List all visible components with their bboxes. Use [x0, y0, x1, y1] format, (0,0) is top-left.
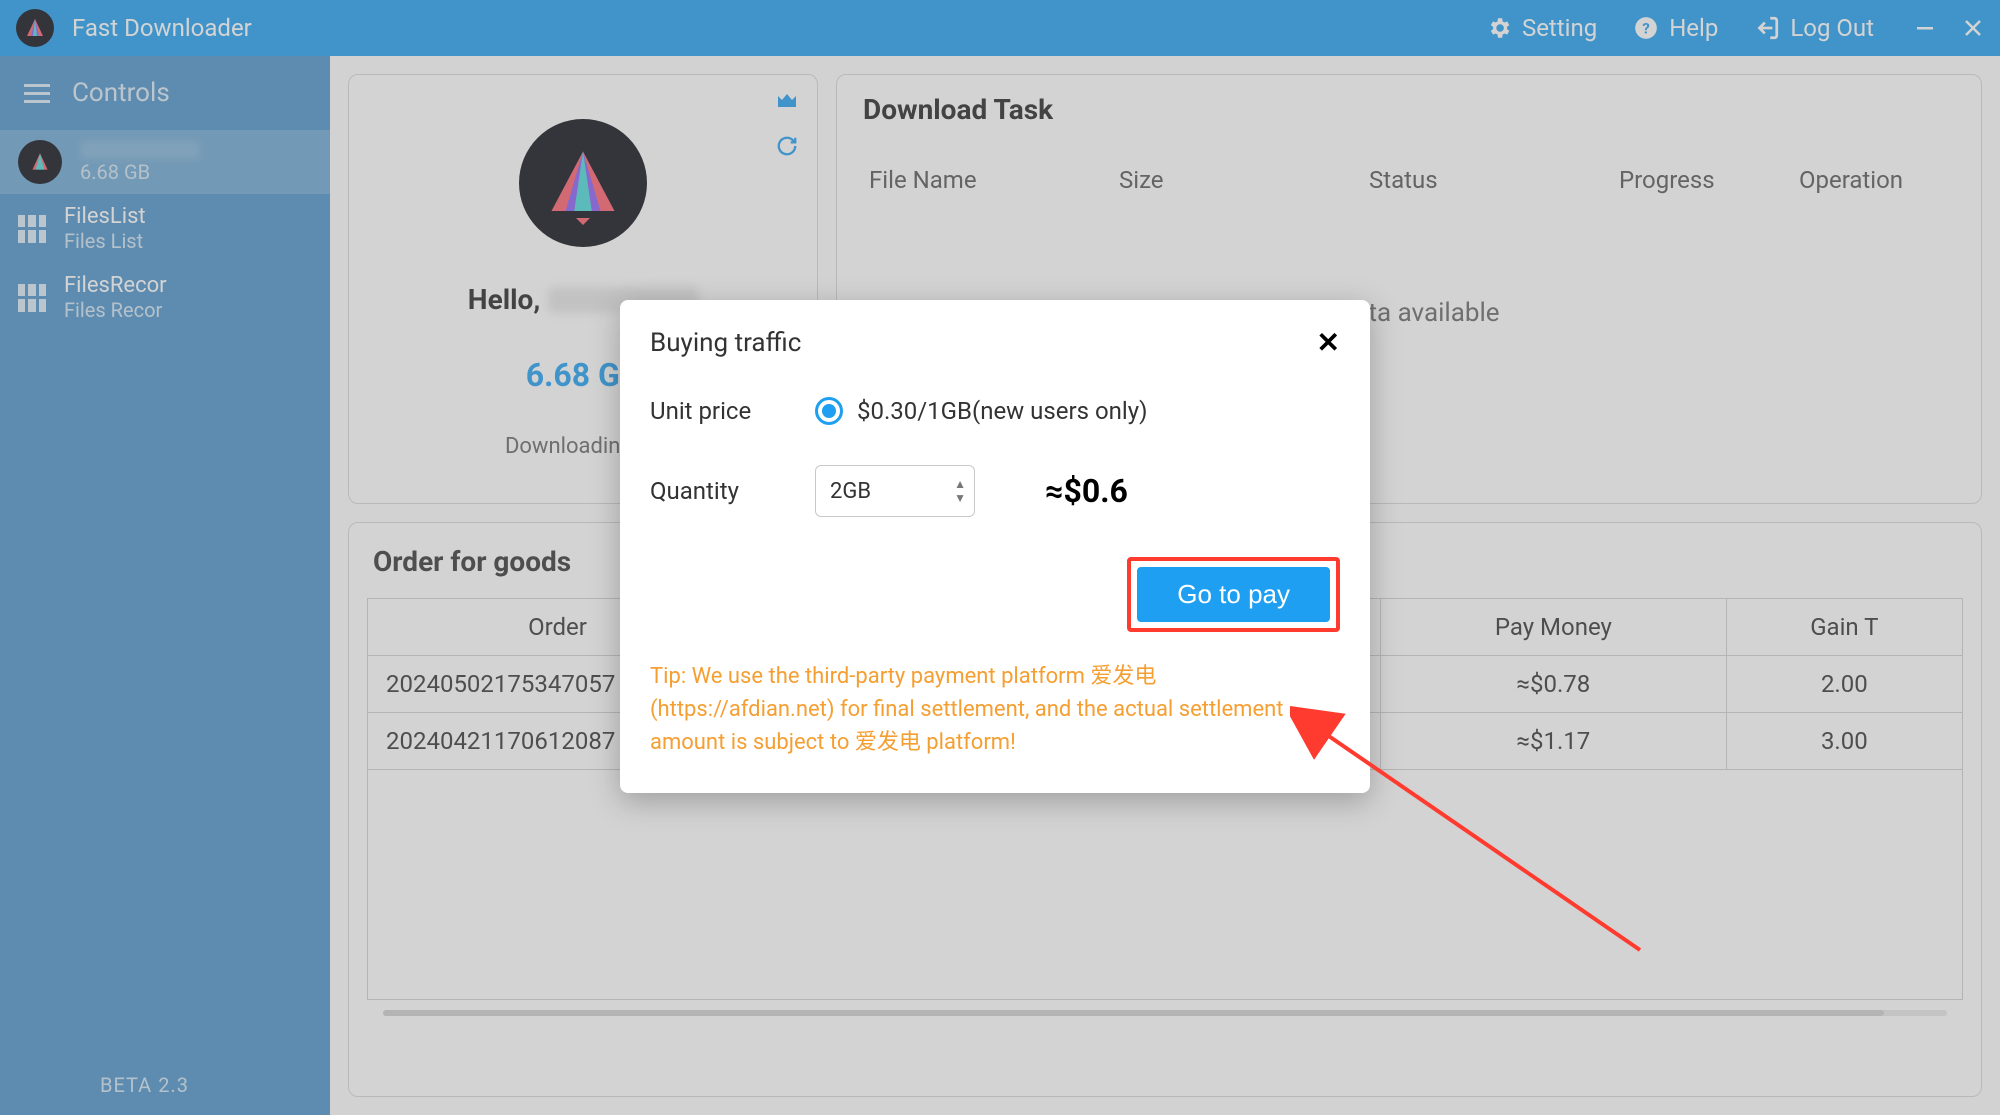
setting-label: Setting	[1522, 14, 1597, 42]
stepper-down-icon[interactable]: ▼	[954, 492, 966, 504]
logout-label: Log Out	[1790, 14, 1874, 42]
dialog-tip: Tip: We use the third-party payment plat…	[650, 660, 1340, 759]
col-size: Size	[1119, 166, 1369, 194]
fileslist-sub: Files List	[64, 229, 146, 253]
quantity-label: Quantity	[650, 477, 815, 505]
go-to-pay-button[interactable]: Go to pay	[1137, 567, 1330, 622]
filesrecor-title: FilesRecor	[64, 273, 167, 298]
logout-button[interactable]: Log Out	[1736, 8, 1892, 48]
hello-label: Hello,	[468, 283, 540, 316]
quantity-value: 2GB	[830, 479, 954, 504]
close-window-button[interactable]	[1962, 17, 1984, 39]
controls-label: Controls	[72, 78, 170, 108]
table-row-empty	[368, 770, 1963, 1000]
beta-label: BETA 2.3	[100, 1073, 189, 1097]
col-filename: File Name	[869, 166, 1119, 194]
crown-icon[interactable]	[775, 89, 799, 117]
col-progress: Progress	[1619, 166, 1799, 194]
pay-button-highlight: Go to pay	[1127, 557, 1340, 632]
controls-header: Controls	[0, 56, 330, 130]
quantity-stepper[interactable]: 2GB ▲ ▼	[815, 465, 975, 517]
unit-price-label: Unit price	[650, 397, 815, 425]
table-icon	[18, 215, 46, 243]
fileslist-title: FilesList	[64, 204, 146, 229]
help-label: Help	[1669, 14, 1718, 42]
app-logo	[16, 9, 54, 47]
refresh-icon[interactable]	[776, 135, 798, 161]
table-icon	[18, 284, 46, 312]
approx-total: ≈$0.6	[1045, 472, 1128, 510]
buying-traffic-dialog: Buying traffic ✕ Unit price $0.30/1GB(ne…	[620, 300, 1370, 793]
profile-avatar	[519, 119, 647, 247]
download-task-title: Download Task	[863, 93, 1955, 126]
stepper-up-icon[interactable]: ▲	[954, 478, 966, 490]
filesrecor-sub: Files Recor	[64, 298, 167, 322]
hamburger-icon[interactable]	[24, 84, 50, 103]
setting-button[interactable]: Setting	[1468, 8, 1615, 48]
sidebar-item-user[interactable]: 6.68 GB	[0, 130, 330, 194]
col-operation: Operation	[1799, 166, 1949, 194]
sidebar-item-fileslist[interactable]: FilesList Files List	[0, 194, 330, 263]
user-avatar-icon	[18, 140, 62, 184]
download-task-headers: File Name Size Status Progress Operation	[863, 152, 1955, 208]
unit-price-value: $0.30/1GB(new users only)	[857, 397, 1147, 425]
username-blurred	[80, 140, 200, 160]
svg-text:?: ?	[1642, 19, 1650, 37]
order-col-pay: Pay Money	[1381, 599, 1727, 656]
title-bar: Fast Downloader Setting ? Help Log Out	[0, 0, 2000, 56]
user-gb-label: 6.68 GB	[80, 160, 200, 184]
horizontal-scrollbar[interactable]	[383, 1010, 1947, 1016]
order-col-gain: Gain T	[1726, 599, 1962, 656]
unit-price-radio[interactable]	[815, 397, 843, 425]
logout-icon	[1754, 15, 1780, 41]
sidebar: Controls 6.68 GB FilesList Files List Fi…	[0, 56, 330, 1115]
help-button[interactable]: ? Help	[1615, 8, 1736, 48]
app-title: Fast Downloader	[72, 14, 252, 42]
gear-icon	[1486, 15, 1512, 41]
dialog-title: Buying traffic	[650, 328, 801, 358]
dialog-close-button[interactable]: ✕	[1317, 326, 1340, 359]
sidebar-item-filesrecor[interactable]: FilesRecor Files Recor	[0, 263, 330, 332]
col-status: Status	[1369, 166, 1619, 194]
help-icon: ?	[1633, 15, 1659, 41]
minimize-button[interactable]	[1914, 17, 1936, 39]
